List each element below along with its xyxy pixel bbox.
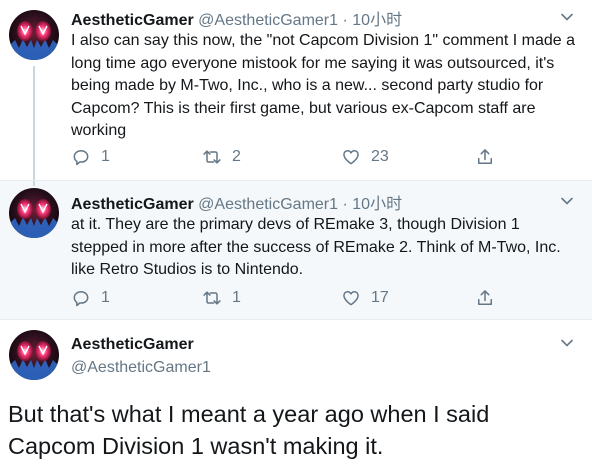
tweet-1[interactable]: AestheticGamer @AestheticGamer1 · 10小时 I… <box>0 0 592 180</box>
tweet-3[interactable]: AestheticGamer @AestheticGamer1 But that… <box>0 319 592 470</box>
avatar[interactable] <box>9 10 59 60</box>
share-icon <box>475 147 495 167</box>
thread-line <box>33 181 35 186</box>
tweet-2[interactable]: AestheticGamer @AestheticGamer1 · 10小时 a… <box>0 180 592 319</box>
like-icon <box>341 147 361 167</box>
handle[interactable]: @AestheticGamer1 <box>71 359 211 377</box>
action-bar: 1 1 17 <box>71 287 511 309</box>
tweet-text: I also can say this now, the "not Capcom… <box>71 32 576 140</box>
retweet-icon <box>202 147 222 167</box>
display-name[interactable]: AestheticGamer <box>71 336 194 354</box>
retweet-count: 1 <box>232 289 241 306</box>
retweet-button[interactable]: 1 <box>202 287 241 309</box>
reply-count: 1 <box>101 148 110 165</box>
action-bar: 1 2 23 <box>71 146 511 168</box>
tweet-header: AestheticGamer @AestheticGamer1 · 10小时 <box>71 190 402 214</box>
tweet-text: But that's what I meant a year ago when … <box>8 401 490 459</box>
separator-dot: · <box>342 196 348 213</box>
tweet-header: AestheticGamer @AestheticGamer1 · 10小时 <box>71 6 402 30</box>
like-button[interactable]: 23 <box>341 146 389 168</box>
display-name[interactable]: AestheticGamer <box>71 196 194 213</box>
reply-icon <box>71 288 91 308</box>
retweet-count: 2 <box>232 148 241 165</box>
handle[interactable]: @AestheticGamer1 <box>198 12 338 29</box>
reply-icon <box>71 147 91 167</box>
like-icon <box>341 288 361 308</box>
retweet-button[interactable]: 2 <box>202 146 241 168</box>
like-count: 17 <box>371 289 389 306</box>
display-name[interactable]: AestheticGamer <box>71 12 194 29</box>
chevron-down-icon[interactable] <box>560 10 574 24</box>
thread-line <box>33 66 35 180</box>
tweet-text: at it. They are the primary devs of REma… <box>71 216 561 279</box>
like-count: 23 <box>371 148 389 165</box>
handle[interactable]: @AestheticGamer1 <box>198 196 338 213</box>
avatar[interactable] <box>9 188 59 238</box>
reply-count: 1 <box>101 289 110 306</box>
chevron-down-icon[interactable] <box>560 194 574 208</box>
separator-dot: · <box>342 12 348 29</box>
like-button[interactable]: 17 <box>341 287 389 309</box>
share-icon <box>475 288 495 308</box>
retweet-icon <box>202 288 222 308</box>
timestamp[interactable]: 10小时 <box>352 196 402 213</box>
timestamp[interactable]: 10小时 <box>352 12 402 29</box>
avatar[interactable] <box>9 330 59 380</box>
share-button[interactable] <box>475 287 505 309</box>
share-button[interactable] <box>475 146 505 168</box>
chevron-down-icon[interactable] <box>560 336 574 350</box>
reply-button[interactable]: 1 <box>71 146 110 168</box>
reply-button[interactable]: 1 <box>71 287 110 309</box>
